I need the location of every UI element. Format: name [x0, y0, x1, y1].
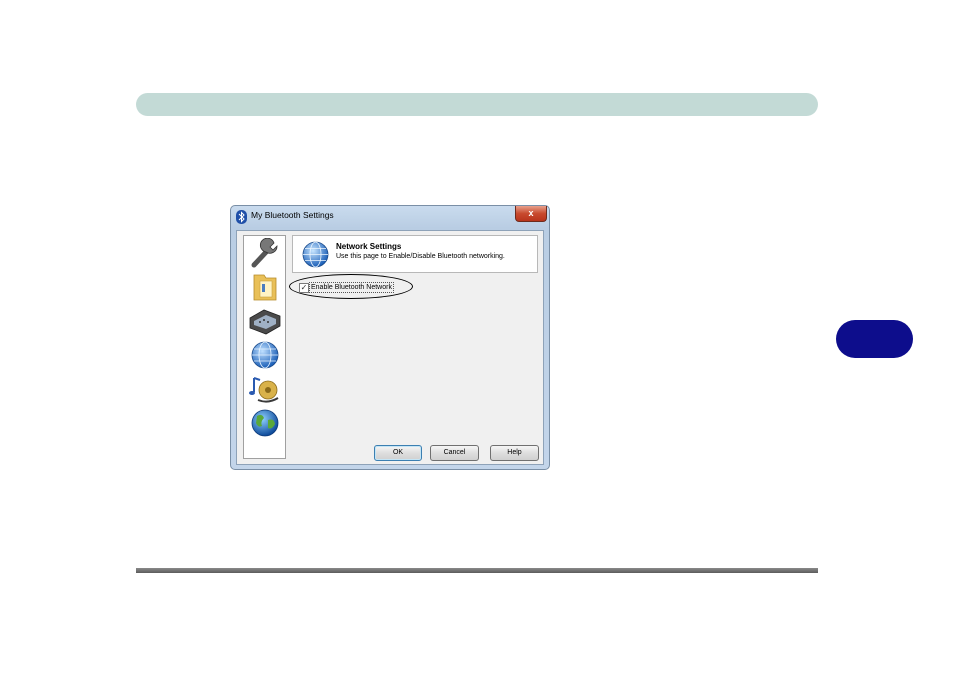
- earth-globe-icon[interactable]: [248, 408, 282, 438]
- bluetooth-settings-dialog: My Bluetooth Settings x Network Settings…: [230, 205, 550, 470]
- page-description: Use this page to Enable/Disable Bluetoot…: [336, 253, 505, 260]
- network-globe-icon[interactable]: [248, 340, 282, 370]
- close-icon: x: [528, 208, 534, 218]
- dialog-title: My Bluetooth Settings: [251, 210, 334, 220]
- settings-header-panel: Network Settings Use this page to Enable…: [292, 235, 538, 273]
- enable-network-label[interactable]: Enable Bluetooth Network: [309, 282, 394, 293]
- close-button[interactable]: x: [515, 206, 547, 222]
- title-bar[interactable]: My Bluetooth Settings x: [231, 206, 549, 228]
- page-header-bar: [136, 93, 818, 116]
- folder-icon[interactable]: [248, 272, 282, 302]
- music-headset-icon[interactable]: [248, 374, 282, 404]
- chapter-tab: [836, 320, 913, 358]
- ok-button[interactable]: OK: [374, 445, 422, 461]
- footer-rule: [136, 568, 818, 573]
- serial-port-icon[interactable]: [248, 306, 282, 336]
- bluetooth-icon: [236, 210, 247, 224]
- network-globe-icon: [302, 241, 329, 268]
- enable-network-checkbox[interactable]: ✓: [299, 283, 309, 293]
- dialog-client-area: Network Settings Use this page to Enable…: [236, 230, 544, 465]
- help-button[interactable]: Help: [490, 445, 539, 461]
- settings-nav-panel: [243, 235, 286, 459]
- wrench-icon[interactable]: [248, 238, 282, 268]
- page-title: Network Settings: [336, 242, 402, 251]
- cancel-button[interactable]: Cancel: [430, 445, 479, 461]
